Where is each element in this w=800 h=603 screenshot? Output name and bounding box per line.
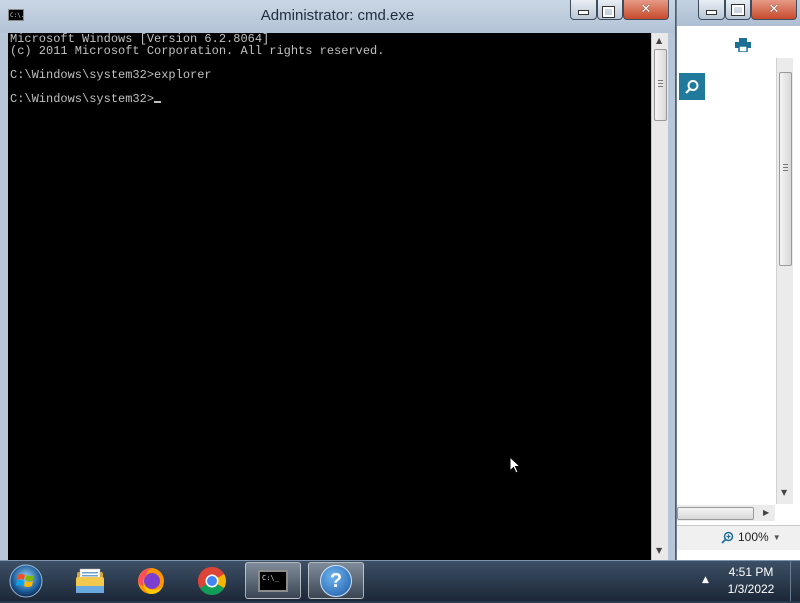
bg-vertical-scroll-thumb[interactable] — [779, 72, 792, 266]
cmd-icon: C:\_ — [258, 569, 288, 592]
close-button[interactable]: ✕ — [623, 0, 669, 20]
cmd-window: C:\. Administrator: cmd.exe ✕ Microsoft … — [0, 0, 676, 562]
cmd-titlebar[interactable]: C:\. Administrator: cmd.exe ✕ — [0, 0, 675, 33]
console-line: C:\Windows\system32>explorer — [10, 68, 212, 82]
text-cursor — [154, 101, 162, 103]
chrome-icon — [198, 566, 226, 595]
show-hidden-icons-button[interactable]: ▲ — [702, 575, 709, 585]
folder-icon — [76, 568, 104, 593]
taskbar-chrome[interactable] — [184, 562, 240, 599]
firefox-icon — [138, 567, 164, 594]
scroll-down-icon[interactable]: ▼ — [656, 546, 662, 555]
restore-icon — [601, 5, 615, 18]
taskbar-cmd[interactable]: C:\_ — [245, 562, 301, 599]
close-icon: ✕ — [640, 2, 652, 17]
minimize-icon — [706, 10, 717, 15]
system-tray: ▲ 4:51 PM 1/3/2022 — [700, 561, 800, 601]
close-icon: ✕ — [768, 2, 780, 17]
zoom-dropdown-icon[interactable]: ▼ — [773, 533, 781, 542]
bg-close-button[interactable]: ✕ — [751, 0, 797, 20]
print-icon[interactable] — [735, 38, 751, 52]
maximize-icon — [731, 3, 745, 16]
bg-status-bar: 100% ▼ — [677, 525, 800, 550]
taskbar: C:\_ ? ▲ 4:51 PM 1/3/2022 — [0, 560, 800, 601]
zoom-control[interactable]: 100% ▼ — [721, 530, 781, 544]
scroll-right-icon[interactable]: ▶ — [763, 508, 769, 517]
taskbar-firefox[interactable] — [123, 562, 179, 599]
taskbar-help[interactable]: ? — [308, 562, 364, 599]
bg-maximize-button[interactable] — [725, 0, 751, 20]
minimize-icon — [578, 10, 589, 15]
console-output[interactable]: Microsoft Windows [Version 6.2.8064] (c)… — [8, 33, 651, 560]
cmd-vertical-scroll-thumb[interactable] — [654, 49, 667, 121]
clock-time[interactable]: 4:51 PM — [716, 565, 786, 579]
mouse-pointer-icon — [509, 456, 521, 474]
minimize-button[interactable] — [570, 0, 597, 20]
console-line: (c) 2011 Microsoft Corporation. All righ… — [10, 44, 385, 58]
search-button[interactable] — [679, 73, 705, 100]
windows-orb-icon — [9, 564, 43, 598]
search-icon — [685, 79, 699, 94]
scroll-up-icon[interactable]: ▲ — [656, 36, 662, 45]
taskbar-explorer[interactable] — [62, 562, 118, 599]
bg-minimize-button[interactable] — [698, 0, 725, 20]
bg-vertical-scrollbar[interactable]: ▼ — [776, 58, 793, 504]
bg-horizontal-scrollbar[interactable]: ▶ — [677, 505, 775, 521]
cmd-vertical-scrollbar[interactable]: ▲ ▼ — [651, 33, 668, 560]
console-prompt-line[interactable]: C:\Windows\system32> — [10, 92, 162, 106]
help-icon: ? — [320, 564, 352, 597]
zoom-icon — [721, 531, 734, 544]
background-window-titlebar: ✕ — [677, 0, 800, 26]
console-prompt: C:\Windows\system32> — [10, 92, 155, 106]
zoom-level: 100% — [738, 530, 769, 544]
show-desktop-button[interactable] — [790, 561, 800, 601]
clock-date[interactable]: 1/3/2022 — [716, 582, 786, 596]
scroll-down-icon[interactable]: ▼ — [781, 488, 787, 497]
restore-button[interactable] — [597, 0, 623, 20]
bg-horizontal-scroll-thumb[interactable] — [677, 507, 754, 520]
start-button[interactable] — [6, 563, 46, 599]
